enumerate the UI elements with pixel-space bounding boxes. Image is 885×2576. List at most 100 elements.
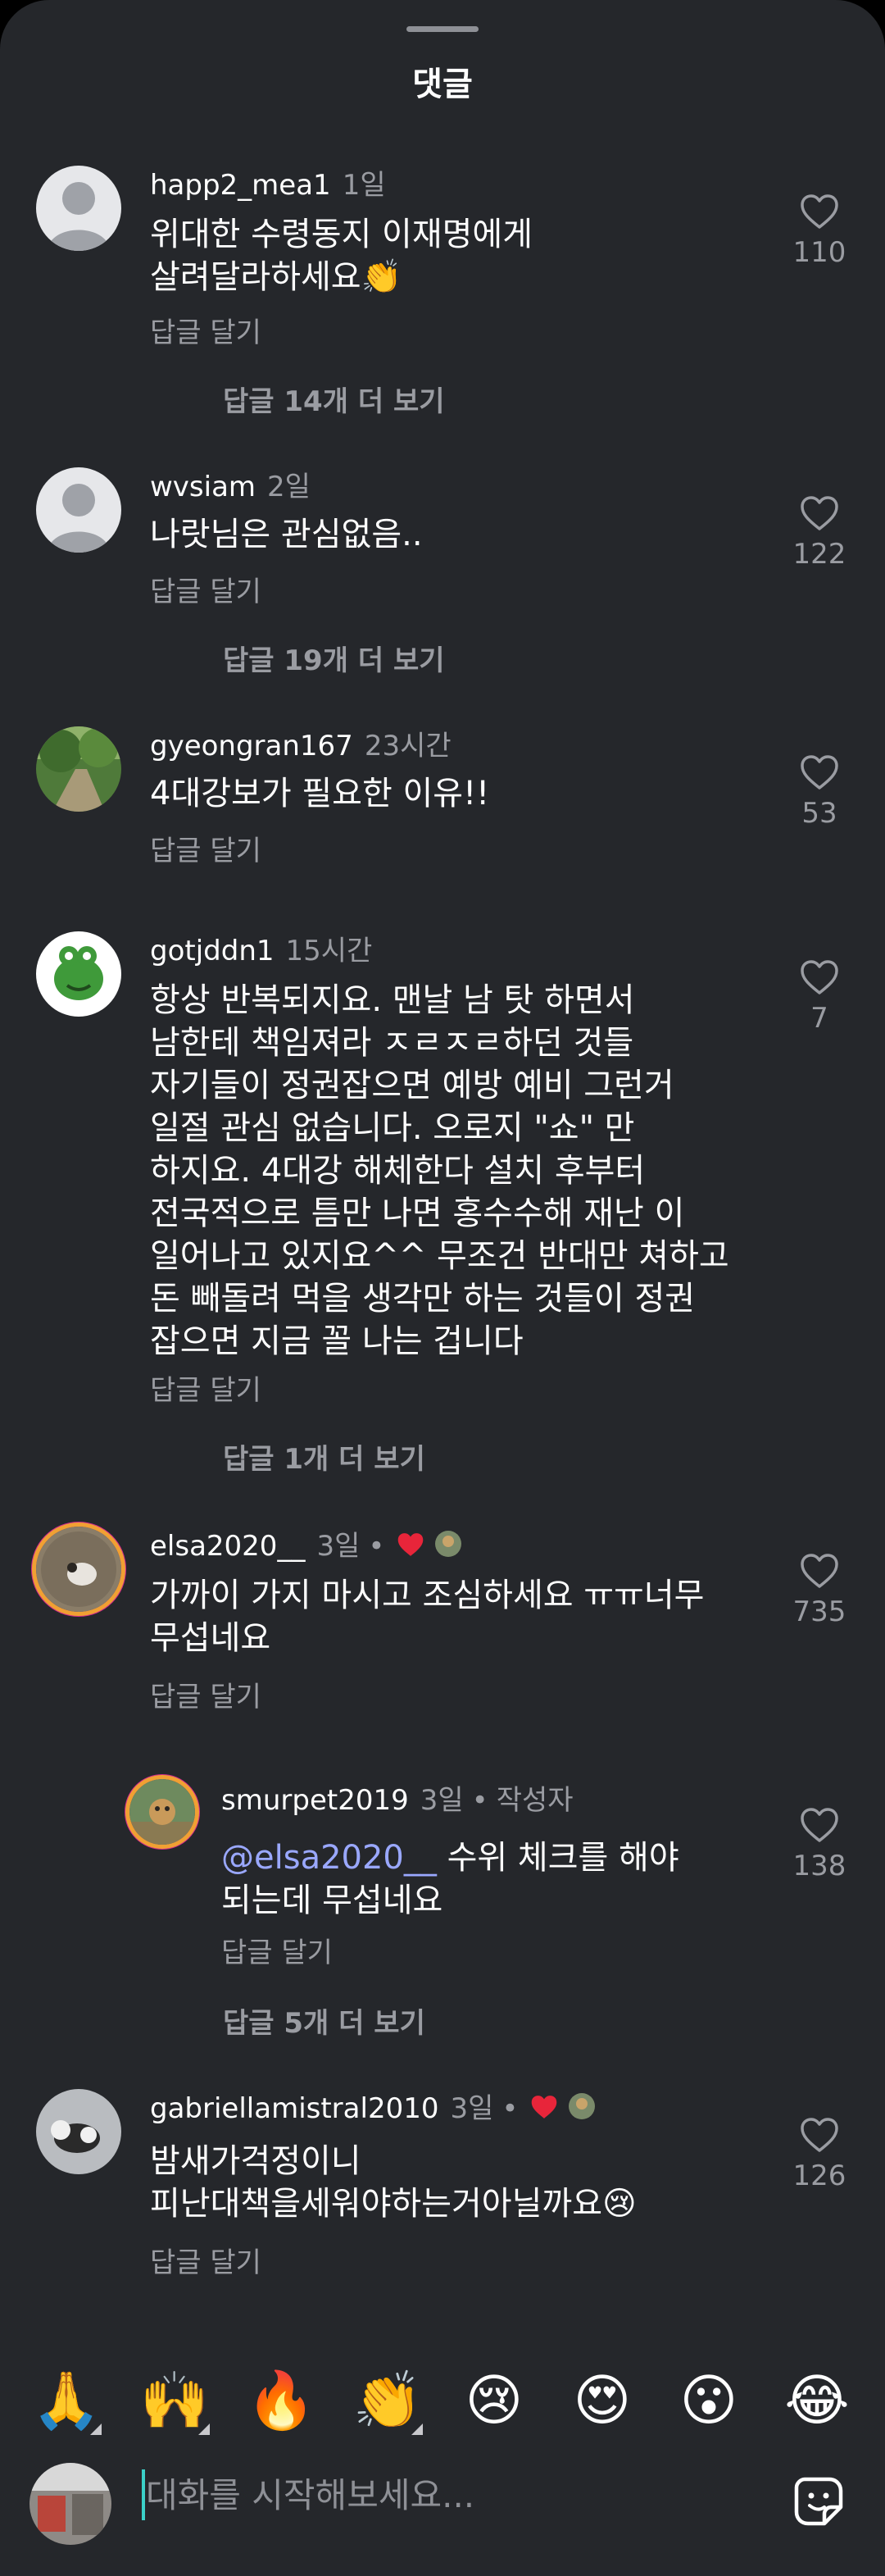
username[interactable]: elsa2020__ bbox=[150, 1530, 305, 1563]
author-badge: 작성자 bbox=[496, 1784, 574, 1817]
emoji-fire-button[interactable]: 🔥 bbox=[244, 2364, 318, 2438]
variant-indicator bbox=[90, 2424, 102, 2435]
like-count: 7 bbox=[810, 1002, 828, 1035]
timestamp: 3일 bbox=[450, 2092, 494, 2125]
reply-button[interactable]: 답글 달기 bbox=[150, 2240, 261, 2280]
avatar-default[interactable] bbox=[36, 166, 121, 251]
avatar-photo[interactable] bbox=[36, 726, 121, 812]
sticker-icon bbox=[794, 2477, 843, 2526]
heart-icon bbox=[801, 755, 838, 790]
username[interactable]: gotjddn1 bbox=[150, 935, 275, 967]
reply-button[interactable]: 답글 달기 bbox=[150, 1674, 261, 1714]
timestamp: 3일 bbox=[420, 1784, 464, 1817]
like-button[interactable]: 122 bbox=[787, 495, 852, 571]
like-count: 126 bbox=[792, 2160, 846, 2192]
variant-indicator bbox=[198, 2424, 210, 2435]
comments-sheet: 댓글 happ2_mea1 1일 위대한 수령동지 이재명에게 살려달라하세요👏 … bbox=[0, 0, 885, 2576]
username[interactable]: smurpet2019 bbox=[221, 1784, 409, 1817]
timestamp: 2일 bbox=[267, 471, 311, 503]
comment-text: 위대한 수령동지 이재명에게 살려달라하세요👏 bbox=[150, 216, 533, 296]
sticker-button[interactable] bbox=[792, 2474, 846, 2528]
comment-text: 나랏님은 관심없음.. bbox=[150, 516, 423, 553]
heart-icon bbox=[801, 496, 838, 530]
creator-avatar-icon bbox=[435, 1531, 462, 1557]
view-more-replies[interactable]: 답글 19개 더 보기 bbox=[223, 638, 445, 678]
like-count: 53 bbox=[801, 797, 837, 830]
avatar-frog[interactable] bbox=[36, 931, 121, 1017]
emoji-surprised-button[interactable]: 😮 bbox=[672, 2364, 746, 2438]
creator-liked-badge bbox=[396, 1530, 462, 1565]
comment-meta: happ2_mea1 1일 bbox=[150, 162, 386, 203]
my-avatar bbox=[30, 2463, 111, 2545]
comment-meta: gotjddn1 15시간 bbox=[150, 928, 372, 968]
comment-meta: elsa2020__ 3일 • bbox=[150, 1523, 462, 1565]
like-button[interactable]: 138 bbox=[787, 1807, 852, 1882]
comment-meta: gabriellamistral2010 3일 • bbox=[150, 2086, 596, 2128]
like-button[interactable]: 53 bbox=[787, 754, 852, 830]
emoji-raised-hands-button[interactable]: 🙌 bbox=[138, 2364, 211, 2438]
separator-dot: • bbox=[368, 1530, 385, 1563]
comment-meta: smurpet2019 3일 • 작성자 bbox=[221, 1777, 574, 1818]
timestamp: 1일 bbox=[342, 169, 386, 202]
avatar-default[interactable] bbox=[36, 467, 121, 553]
comment-text: 밤새가걱정이니 피난대책을세워야하는거아닐까요😢 bbox=[150, 2142, 637, 2223]
like-button[interactable]: 110 bbox=[787, 193, 852, 269]
username[interactable]: wvsiam bbox=[150, 471, 256, 503]
separator-dot: • bbox=[471, 1784, 488, 1817]
reply-button[interactable]: 답글 달기 bbox=[150, 1368, 261, 1408]
reply-button[interactable]: 답글 달기 bbox=[150, 310, 261, 350]
variant-indicator bbox=[411, 2424, 423, 2435]
timestamp: 23시간 bbox=[364, 730, 452, 762]
mention-link[interactable]: @elsa2020__ bbox=[221, 1839, 437, 1877]
heart-icon bbox=[801, 1808, 838, 1842]
emoji-cry-button[interactable]: 😢 bbox=[457, 2364, 531, 2438]
scroll-fade bbox=[0, 2312, 885, 2345]
like-count: 735 bbox=[792, 1595, 846, 1628]
timestamp: 15시간 bbox=[285, 935, 373, 967]
comment-meta: gyeongran167 23시간 bbox=[150, 723, 452, 763]
comment-text: 가까이 가지 마시고 조심하세요 ㅠㅠ너무 무섭네요 bbox=[150, 1577, 705, 1657]
emoji-heart-eyes-button[interactable]: 😍 bbox=[565, 2364, 639, 2438]
reply-button[interactable]: 답글 달기 bbox=[150, 828, 261, 868]
like-button[interactable]: 126 bbox=[787, 2117, 852, 2192]
like-count: 110 bbox=[792, 236, 846, 269]
view-more-replies[interactable]: 답글 1개 더 보기 bbox=[223, 1436, 425, 1477]
timestamp: 3일 bbox=[316, 1530, 361, 1563]
username[interactable]: gabriellamistral2010 bbox=[150, 2092, 438, 2125]
creator-avatar-icon bbox=[569, 2093, 596, 2119]
heart-icon bbox=[801, 194, 838, 229]
comment-composer bbox=[0, 2451, 885, 2576]
comment-meta: wvsiam 2일 bbox=[150, 464, 311, 504]
emoji-clap-button[interactable]: 👏 bbox=[351, 2364, 424, 2438]
heart-icon bbox=[801, 960, 838, 994]
avatar-story[interactable] bbox=[129, 1779, 195, 1845]
separator-dot: • bbox=[502, 2092, 519, 2125]
view-more-replies[interactable]: 답글 14개 더 보기 bbox=[223, 379, 445, 419]
text-caret bbox=[142, 2469, 145, 2520]
heart-icon bbox=[801, 1554, 838, 1588]
avatar-story[interactable] bbox=[36, 1527, 121, 1612]
emoji-laugh-button[interactable]: 😂 bbox=[780, 2364, 854, 2438]
like-button[interactable]: 735 bbox=[787, 1553, 852, 1628]
view-more-replies[interactable]: 답글 5개 더 보기 bbox=[223, 2000, 425, 2041]
emoji-pray-button[interactable]: 🙏 bbox=[30, 2364, 103, 2438]
username[interactable]: happ2_mea1 bbox=[150, 169, 331, 202]
like-count: 122 bbox=[792, 538, 846, 571]
heart-filled-icon bbox=[398, 1533, 424, 1556]
comment-text: 항상 반복되지요. 맨날 남 탓 하면서 남한테 책임져라 ㅈㄹㅈㄹ하던 것들 … bbox=[150, 981, 729, 1360]
comment-text: 4대강보가 필요한 이유!! bbox=[150, 775, 490, 812]
reply-button[interactable]: 답글 달기 bbox=[150, 569, 261, 609]
comment-text: @elsa2020__ 수위 체크를 해야 되는데 무섭네요 bbox=[221, 1836, 679, 1922]
heart-filled-icon bbox=[532, 2096, 557, 2119]
heart-icon bbox=[801, 2118, 838, 2152]
comment-input[interactable] bbox=[146, 2466, 752, 2524]
avatar-photo[interactable] bbox=[36, 2089, 121, 2174]
emoji-bar: 🙏 🙌 🔥 👏 😢 😍 😮 😂 bbox=[0, 2345, 885, 2451]
drag-handle[interactable] bbox=[406, 26, 479, 32]
like-button[interactable]: 7 bbox=[787, 959, 852, 1035]
like-count: 138 bbox=[792, 1850, 846, 1882]
sheet-title: 댓글 bbox=[412, 66, 473, 103]
username[interactable]: gyeongran167 bbox=[150, 730, 353, 762]
reply-button[interactable]: 답글 달기 bbox=[221, 1930, 333, 1970]
creator-liked-badge bbox=[529, 2092, 596, 2128]
